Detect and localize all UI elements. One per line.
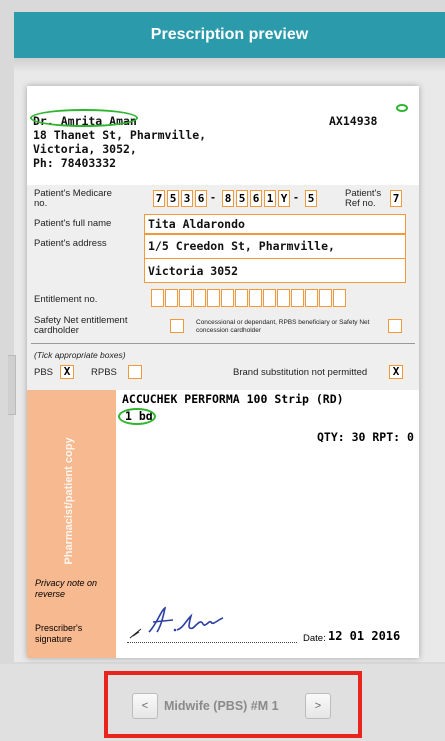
entitlement-digit-box[interactable] [249,289,262,307]
rpbs-label: RPBS [91,367,117,378]
address-label: Patient's address [34,238,107,249]
prev-button[interactable]: < [132,693,158,719]
medicare-separator: - [294,190,298,204]
rpbs-checkbox[interactable] [128,365,142,379]
copy-label: Pharmacist/patient copy [63,437,75,565]
entitlement-label: Entitlement no. [34,294,98,305]
privacy-note: Privacy note on reverse [35,578,98,599]
quantity-repeats: QTY: 30 RPT: 0 [317,430,414,444]
header-shadow [14,58,445,72]
entitlement-digit-box[interactable] [333,289,346,307]
small-highlight-circle [396,104,408,112]
ref-number: 7 [390,190,402,207]
entitlement-digit-box[interactable] [179,289,192,307]
prescriber-phone: Ph: 78403332 [33,156,117,170]
patient-address-2: Victoria 3052 [148,264,239,278]
prescriber-address-1: 18 Thanet St, Pharmville, [33,128,207,142]
medicare-digit: 5 [236,190,248,207]
drug-name: ACCUCHEK PERFORMA 100 Strip (RD) [122,392,344,406]
prescriber-address-2: Victoria, 3052, [33,142,137,156]
patient-address-1: 1/5 Creedon St, Pharmville, [148,239,335,253]
safety-net-label: Safety Net entitlement cardholder [34,315,128,336]
name-highlight-circle [30,109,138,127]
entitlement-digit-box[interactable] [277,289,290,307]
next-button[interactable]: > [305,693,331,719]
tick-note: (Tick appropriate boxes) [34,350,126,360]
entitlement-digit-box[interactable] [291,289,304,307]
panel-header: Prescription preview [14,12,445,58]
dose-highlight-circle [118,408,156,425]
medicare-digit: 5 [167,190,179,207]
date-label: Date: [303,633,326,644]
pbs-label: PBS [34,367,54,378]
medicare-digit: 8 [222,190,234,207]
medicare-digit: 6 [250,190,262,207]
patient-name: Tita Aldarondo [148,217,245,231]
signature-line [127,642,297,643]
brand-substitution-checkbox[interactable]: X [389,365,403,379]
concessional-label: Concessional or dependant, RPBS benefici… [196,319,370,334]
prescriber-number: AX14938 [329,114,378,128]
signature-label: Prescriber's signature [35,623,83,644]
prescription-form: Dr. Amrita Aman 18 Thanet St, Pharmville… [27,86,419,658]
side-drawer-handle[interactable] [8,355,16,415]
medicare-digit: 5 [305,190,317,207]
concessional-checkbox[interactable] [388,319,402,333]
section-divider [31,343,415,344]
medicare-digit: 3 [181,190,193,207]
panel-title: Prescription preview [150,26,309,43]
entitlement-digit-box[interactable] [235,289,248,307]
medicare-label: Patient's Medicare no. [34,188,112,209]
safety-net-checkbox[interactable] [170,319,184,333]
copy-label-container: Pharmacist/patient copy [54,416,84,586]
entitlement-digit-box[interactable] [305,289,318,307]
entitlement-digit-box[interactable] [207,289,220,307]
medicare-separator: - [211,190,215,204]
medicare-digit: 1 [264,190,276,207]
signature-image [129,606,224,639]
entitlement-digit-box[interactable] [193,289,206,307]
date-value: 12 01 2016 [328,629,401,643]
ref-label: Patient's Ref no. [345,188,382,209]
pbs-checkbox[interactable]: X [60,365,74,379]
entitlement-digit-box[interactable] [263,289,276,307]
medicare-digit: 7 [153,190,165,207]
medicare-digit: 6 [195,190,207,207]
entitlement-digit-box[interactable] [319,289,332,307]
medicare-digit: Y [278,190,290,207]
address-divider [144,258,406,259]
entitlement-digit-box[interactable] [221,289,234,307]
prescription-selector-label: Midwife (PBS) #M 1 [164,699,279,713]
entitlement-digit-box[interactable] [151,289,164,307]
brand-substitution-label: Brand substitution not permitted [233,367,368,378]
entitlement-digit-box[interactable] [165,289,178,307]
name-label: Patient's full name [34,218,112,229]
